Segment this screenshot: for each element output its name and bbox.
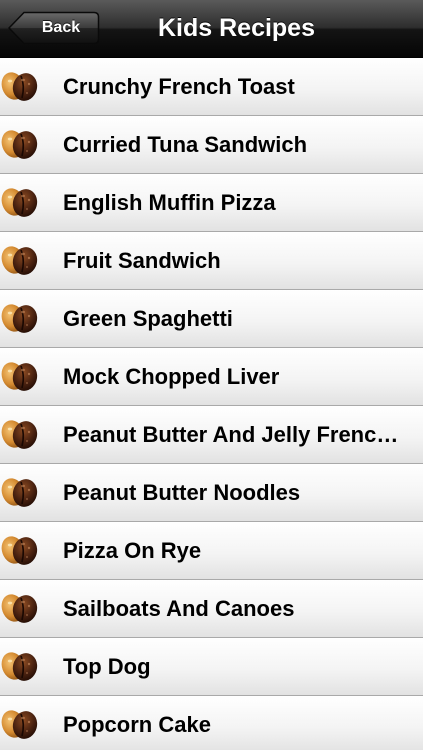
recipe-row[interactable]: Popcorn Cake: [0, 696, 423, 750]
recipe-label: Fruit Sandwich: [63, 248, 221, 273]
recipe-row[interactable]: Sailboats And Canoes: [0, 580, 423, 638]
recipe-label: Peanut Butter Noodles: [63, 480, 301, 505]
cookie-icon: [1, 590, 39, 626]
cookie-icon: [1, 648, 39, 684]
recipe-row[interactable]: Fruit Sandwich: [0, 232, 423, 290]
recipe-label: Crunchy French Toast: [63, 74, 295, 99]
navigation-bar: Back Kids Recipes: [0, 0, 423, 58]
recipe-row[interactable]: Top Dog: [0, 638, 423, 696]
recipe-label: Green Spaghetti: [63, 306, 233, 331]
cookie-icon: [1, 358, 39, 394]
recipe-label: Popcorn Cake: [63, 712, 211, 737]
recipe-row[interactable]: Curried Tuna Sandwich: [0, 116, 423, 174]
back-button[interactable]: Back: [8, 11, 100, 45]
app-screen: Back Kids Recipes Crunchy French Toast C…: [0, 0, 423, 750]
recipe-list: Crunchy French Toast Curried Tuna Sandwi…: [0, 58, 423, 750]
recipe-label: Top Dog: [63, 654, 151, 679]
cookie-icon: [1, 300, 39, 336]
recipe-row[interactable]: Crunchy French Toast: [0, 58, 423, 116]
recipe-label: Pizza On Rye: [63, 538, 202, 563]
recipe-label: Peanut Butter And Jelly French Toast: [63, 422, 407, 447]
recipe-row[interactable]: Peanut Butter Noodles: [0, 464, 423, 522]
recipe-row[interactable]: Peanut Butter And Jelly French Toast: [0, 406, 423, 464]
cookie-icon: [1, 126, 39, 162]
recipe-label: Mock Chopped Liver: [63, 364, 280, 389]
recipe-row[interactable]: Green Spaghetti: [0, 290, 423, 348]
back-button-label: Back: [41, 19, 81, 36]
cookie-icon: [1, 474, 39, 510]
cookie-icon: [1, 242, 39, 278]
cookie-icon: [1, 706, 39, 742]
cookie-icon: [1, 416, 39, 452]
recipe-label: Curried Tuna Sandwich: [63, 132, 308, 157]
recipe-row[interactable]: English Muffin Pizza: [0, 174, 423, 232]
cookie-icon: [1, 532, 39, 568]
recipe-label: English Muffin Pizza: [63, 190, 276, 215]
recipe-row[interactable]: Pizza On Rye: [0, 522, 423, 580]
cookie-icon: [1, 184, 39, 220]
page-title: Kids Recipes: [157, 14, 315, 42]
recipe-row[interactable]: Mock Chopped Liver: [0, 348, 423, 406]
cookie-icon: [1, 68, 39, 104]
recipe-label: Sailboats And Canoes: [63, 596, 295, 621]
